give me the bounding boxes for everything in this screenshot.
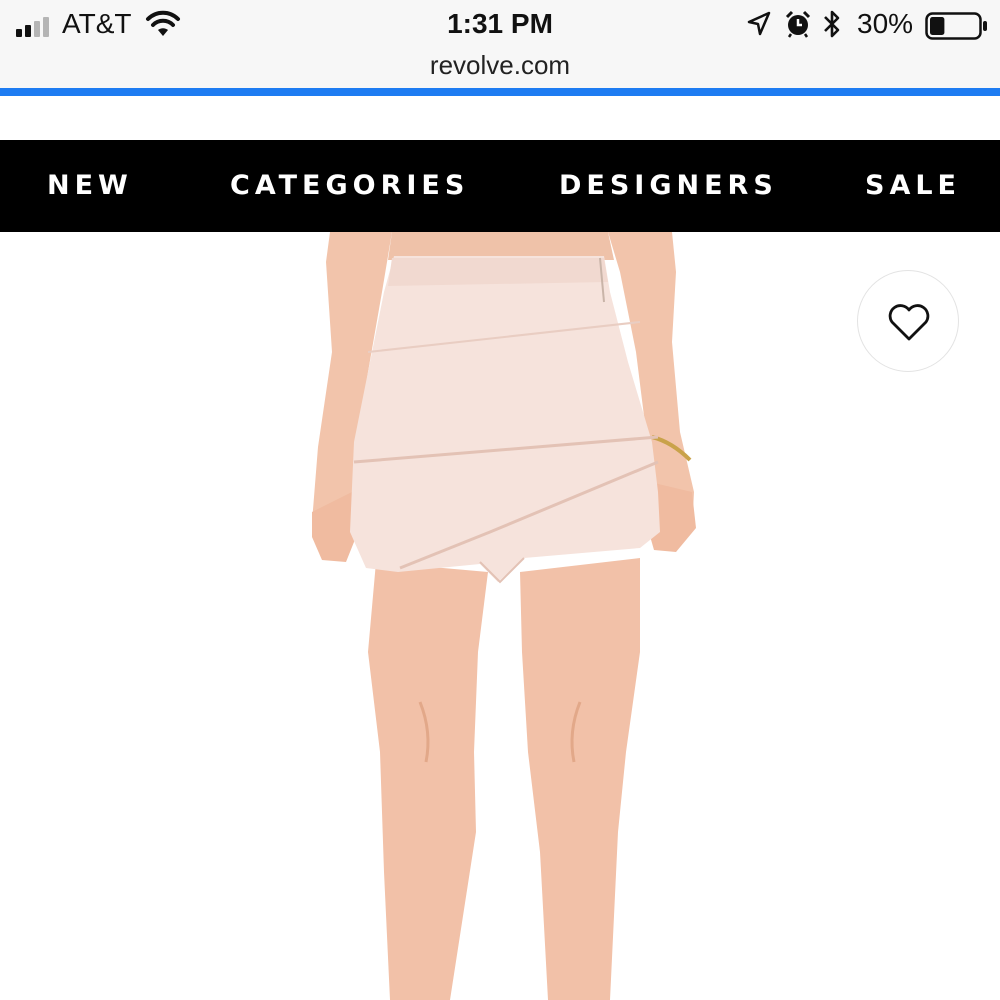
bluetooth-icon bbox=[824, 10, 840, 38]
page-load-progress-fill bbox=[0, 88, 1000, 96]
url-text[interactable]: revolve.com bbox=[430, 50, 570, 81]
main-nav: NEW CATEGORIES DESIGNERS SALE bbox=[0, 140, 1000, 232]
alarm-icon bbox=[785, 10, 811, 38]
wishlist-button[interactable] bbox=[857, 270, 959, 372]
page-load-progress bbox=[0, 88, 1000, 96]
product-image[interactable] bbox=[0, 232, 1000, 1000]
nav-categories[interactable]: CATEGORIES bbox=[230, 170, 469, 202]
nav-new[interactable]: NEW bbox=[47, 170, 133, 202]
status-bar: AT&T 1:31 PM 30% bbox=[0, 0, 1000, 50]
address-bar[interactable]: revolve.com bbox=[0, 50, 1000, 88]
clock: 1:31 PM bbox=[447, 8, 553, 39]
nav-designers[interactable]: DESIGNERS bbox=[559, 170, 778, 202]
battery-percent: 30% bbox=[857, 8, 914, 39]
heart-icon bbox=[888, 304, 930, 341]
nav-sale[interactable]: SALE bbox=[865, 170, 961, 202]
location-icon bbox=[747, 11, 771, 36]
battery-icon bbox=[925, 12, 987, 40]
